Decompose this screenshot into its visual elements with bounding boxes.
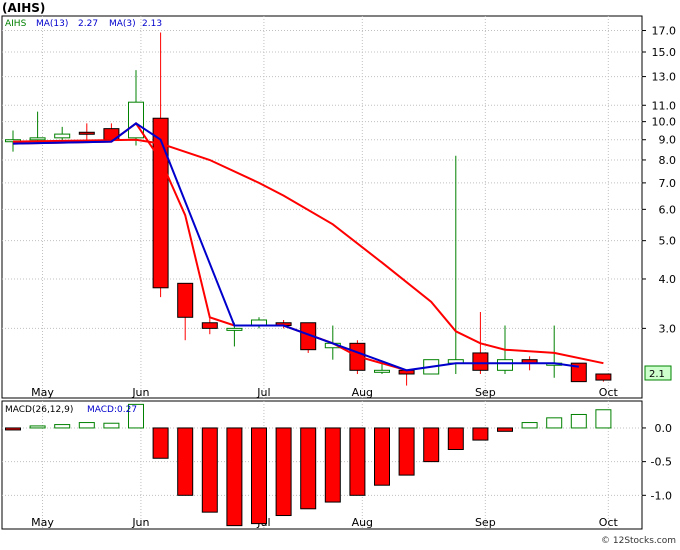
price-y-tick-label: 15.0 [652,46,677,59]
price-y-tick-label: 6.0 [659,203,677,216]
macd-bar [472,427,489,441]
macd-bar [251,427,267,525]
price-y-tick-label: 5.0 [659,235,677,248]
macd-bar [570,413,587,429]
macd-bar [275,427,292,517]
price-y-tick-label: 10.0 [652,116,677,129]
candle-body [177,282,194,318]
last-price-value: 2.1 [649,369,665,380]
legend-ma3-label: MA(3) [109,19,136,29]
macd-bar [300,427,317,510]
macd-x-tick-label: Jun [131,516,149,529]
macd-bar [546,417,563,429]
price-y-tick-label: 11.0 [652,99,677,112]
price-y-tick-label: 13.0 [652,71,677,84]
chart-stage: 17.0 15.0 13.0 11.0 10.0 9.0 8.0 7.0 6.0 5.0 4.0 3.… [0,0,680,546]
candle-body [497,359,513,371]
macd-bar [398,427,415,476]
price-panel-frame [1,15,643,399]
legend-symbol: AIHS [5,19,27,29]
candle-body [595,373,612,381]
macd-bar [521,422,538,429]
macd-bar [177,427,194,496]
macd-bar [423,427,440,463]
price-y-tick-label: 4.0 [659,273,677,286]
price-y-tick-label: 8.0 [659,154,677,167]
macd-bar [152,427,169,459]
macd-panel-frame [1,400,643,530]
candle-body [201,322,218,329]
candle-body [54,133,71,139]
macd-bar [324,427,341,503]
price-x-tick-label: Jul [256,386,270,399]
price-y-tick-label: 9.0 [659,134,677,147]
legend-ma13-label: MA(13) [36,19,68,29]
price-y-tick-label: 17.0 [652,25,677,38]
candle-body [374,369,390,373]
macd-bar [447,427,464,451]
macd-bar [29,425,46,429]
macd-bar [374,427,390,486]
macd-bar [54,424,71,429]
macd-x-tick-label: Sep [475,516,496,529]
macd-y-tick-label: -1.0 [651,489,672,502]
macd-x-tick-label: Aug [352,516,373,529]
price-x-tick-label: Sep [475,386,496,399]
macd-bar [201,427,218,513]
macd-legend-name: MACD(26,12,9) [5,405,73,415]
price-x-tick-label: Oct [599,386,619,399]
macd-y-tick-label: 0.0 [655,422,673,435]
stock-chart: 17.0 15.0 13.0 11.0 10.0 9.0 8.0 7.0 6.0 5.0 4.0 3.… [1,1,677,546]
macd-y-axis: 0.0 -0.5 -1.0 [642,422,672,502]
macd-y-tick-label: -0.5 [651,456,672,469]
legend-ma3-value: 2.13 [142,19,162,29]
price-x-tick-label: Aug [352,386,373,399]
macd-bar [595,409,612,429]
candle-body [472,352,489,371]
footer-credit: © 12Stocks.com [601,536,676,546]
ticker-title: (AIHS) [2,1,45,15]
macd-x-tick-label: Oct [599,516,619,529]
price-x-tick-label: May [31,386,54,399]
macd-bar [226,427,243,527]
candle-body [29,137,46,141]
candle-body [78,131,95,135]
macd-bar [78,422,95,429]
price-x-tick-label: Jun [131,386,149,399]
macd-bar [497,427,513,432]
price-y-tick-label: 3.0 [659,322,677,335]
macd-x-tick-label: May [31,516,54,529]
macd-bar [103,422,120,429]
macd-bar [349,427,366,496]
candle-body [226,327,243,331]
legend-ma13-value: 2.27 [78,19,98,29]
macd-legend-value: MACD:0.27 [87,405,137,415]
price-y-axis: 17.0 15.0 13.0 11.0 10.0 9.0 8.0 7.0 6.0 5.0 4.0 3.… [642,25,677,335]
price-y-tick-label: 7.0 [659,177,677,190]
macd-bar [5,427,21,431]
